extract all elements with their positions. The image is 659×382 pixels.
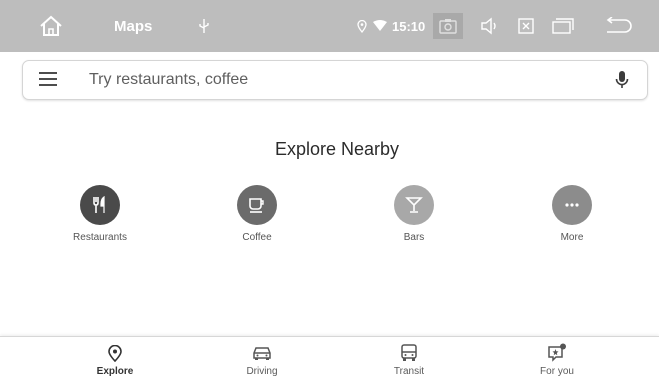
coffee-icon xyxy=(237,185,277,225)
search-input[interactable] xyxy=(89,67,589,93)
nav-label: Driving xyxy=(246,366,278,377)
bottom-navigation: Explore Driving Transit For you xyxy=(0,336,659,382)
app-title: Maps xyxy=(114,17,153,35)
volume-icon[interactable] xyxy=(477,14,503,38)
category-label: More xyxy=(560,232,584,243)
nav-for-you[interactable]: For you xyxy=(512,343,602,377)
more-icon xyxy=(552,185,592,225)
usb-icon xyxy=(196,16,212,36)
nav-label: Explore xyxy=(96,366,134,377)
home-icon[interactable] xyxy=(36,13,66,39)
bar-icon xyxy=(394,185,434,225)
category-bars[interactable]: Bars xyxy=(369,185,459,243)
screenshot-icon[interactable] xyxy=(433,13,463,39)
nav-explore[interactable]: Explore xyxy=(70,343,160,377)
category-coffee[interactable]: Coffee xyxy=(212,185,302,243)
location-icon xyxy=(356,18,368,34)
for-you-icon xyxy=(547,343,567,363)
nav-label: Transit xyxy=(393,366,425,377)
close-icon[interactable] xyxy=(514,14,538,38)
maps-screen: Maps 15:10 Try restaurants, coffee Explo… xyxy=(0,0,659,382)
category-label: Bars xyxy=(403,232,425,243)
category-label: Restaurants xyxy=(73,232,127,243)
menu-icon[interactable] xyxy=(39,72,57,88)
bus-icon xyxy=(399,343,419,363)
status-bar: Maps 15:10 xyxy=(0,0,659,52)
mic-icon[interactable] xyxy=(615,70,631,92)
category-label: Coffee xyxy=(242,232,272,243)
recents-icon[interactable] xyxy=(548,14,578,38)
clock: 15:10 xyxy=(392,18,426,34)
category-restaurants[interactable]: Restaurants xyxy=(55,185,145,243)
restaurant-icon xyxy=(80,185,120,225)
wifi-icon xyxy=(372,18,388,34)
explore-nearby-title: Explore Nearby xyxy=(274,139,400,159)
nav-transit[interactable]: Transit xyxy=(364,343,454,377)
nav-label: For you xyxy=(540,366,574,377)
car-icon xyxy=(252,343,272,363)
explore-icon xyxy=(105,343,125,363)
back-icon[interactable] xyxy=(600,14,636,38)
category-more[interactable]: More xyxy=(527,185,617,243)
nav-driving[interactable]: Driving xyxy=(217,343,307,377)
search-bar xyxy=(22,60,648,100)
